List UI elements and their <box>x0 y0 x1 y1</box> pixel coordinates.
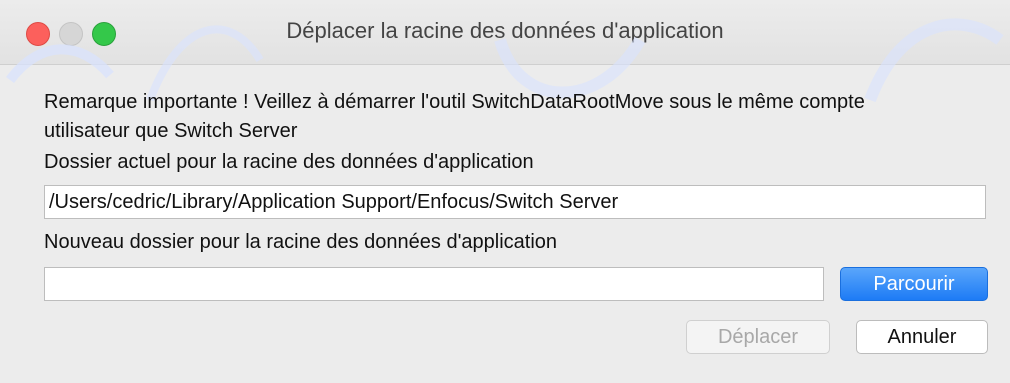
browse-button[interactable]: Parcourir <box>840 267 988 301</box>
title-bar[interactable]: Déplacer la racine des données d'applica… <box>0 0 1010 65</box>
current-folder-label: Dossier actuel pour la racine des donnée… <box>44 151 534 173</box>
move-button[interactable]: Déplacer <box>686 320 830 354</box>
new-folder-input[interactable] <box>44 267 824 301</box>
dialog-content: Remarque importante ! Veillez à démarrer… <box>0 64 1010 383</box>
cancel-button[interactable]: Annuler <box>856 320 988 354</box>
window-title: Déplacer la racine des données d'applica… <box>286 18 724 43</box>
dialog-window: Déplacer la racine des données d'applica… <box>0 0 1010 383</box>
important-notice: Remarque importante ! Veillez à démarrer… <box>44 91 865 142</box>
current-folder-field[interactable]: /Users/cedric/Library/Application Suppor… <box>44 185 986 219</box>
new-folder-label: Nouveau dossier pour la racine des donné… <box>44 231 558 253</box>
